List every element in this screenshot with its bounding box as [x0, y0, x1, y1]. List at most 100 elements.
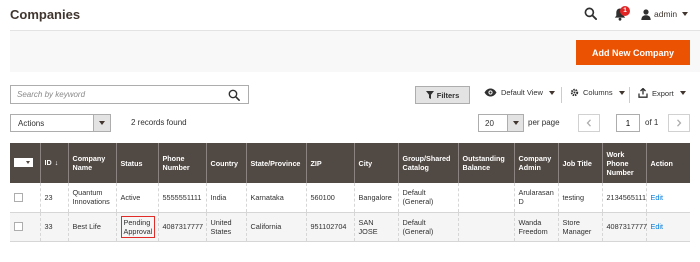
chevron-down-icon — [93, 115, 110, 131]
cell-status: Active — [115, 183, 158, 213]
cell-job-title: testing — [557, 183, 602, 213]
column-header-phone-number[interactable]: Phone Number — [157, 143, 206, 183]
column-header-id[interactable]: ID ↓ — [39, 143, 68, 183]
cell-balance — [457, 212, 514, 242]
cell-group: Default (General) — [397, 212, 458, 242]
search-icon[interactable] — [584, 7, 597, 20]
columns-dropdown[interactable]: Columns — [570, 88, 625, 97]
chevron-left-icon — [586, 119, 591, 127]
cell-job-title: Store Manager — [557, 212, 602, 242]
mass-actions-select[interactable]: Actions — [10, 114, 111, 132]
column-header-company-admin[interactable]: Company Admin — [513, 143, 558, 183]
cell-state: California — [245, 212, 306, 242]
cell-country: India — [205, 183, 246, 213]
per-page-select[interactable]: 20 — [478, 114, 524, 132]
default-view-label: Default View — [501, 88, 543, 97]
cell-phone: 4087317777 — [157, 212, 206, 242]
keyword-search — [10, 85, 249, 104]
user-menu[interactable]: admin — [641, 7, 689, 21]
prev-page-button[interactable] — [578, 114, 600, 132]
table-row[interactable]: 33 Best Life Pending Approval 4087317777… — [10, 212, 690, 242]
row-checkbox[interactable] — [14, 193, 23, 203]
records-found: 2 records found — [131, 118, 187, 127]
per-page-value: 20 — [485, 118, 494, 128]
cell-id: 23 — [39, 183, 68, 213]
row-checkbox-cell — [10, 212, 40, 242]
cell-work-phone: 2134565111 — [601, 183, 646, 213]
cell-balance — [457, 183, 514, 213]
edit-link[interactable]: Edit — [651, 222, 664, 231]
page-title: Companies — [10, 7, 81, 22]
default-view-dropdown[interactable]: Default View — [484, 88, 555, 97]
sort-arrow-icon: ↓ — [54, 160, 59, 167]
search-icon[interactable] — [228, 89, 240, 101]
status-badge: Pending Approval — [120, 215, 156, 238]
export-dropdown[interactable]: Export — [638, 88, 686, 98]
mass-select-checkbox[interactable] — [14, 158, 33, 167]
column-header-action: Action — [645, 143, 690, 183]
edit-link[interactable]: Edit — [651, 193, 664, 202]
search-input[interactable] — [11, 86, 221, 103]
next-page-button[interactable] — [668, 114, 690, 132]
cell-status: Pending Approval — [115, 212, 158, 242]
eye-icon — [484, 88, 497, 97]
column-header-job-title[interactable]: Job Title — [557, 143, 602, 183]
cell-action: Edit — [645, 183, 690, 213]
page-actions: Add New Company — [10, 30, 700, 72]
cell-zip: 560100 — [305, 183, 354, 213]
row-checkbox-cell — [10, 183, 40, 213]
cell-company-name: Quantum Innovations — [67, 183, 116, 213]
column-header-work-phone-number[interactable]: Work Phone Number — [601, 143, 646, 183]
chevron-down-icon — [548, 90, 555, 95]
chevron-down-icon — [679, 91, 686, 95]
actions-label: Actions — [18, 118, 45, 128]
gear-icon — [570, 88, 579, 97]
cell-work-phone: 4087317777 — [601, 212, 647, 242]
grid-header-row: ID ↓ Company Name Status Phone Number Cou… — [10, 143, 690, 183]
notification-badge: 1 — [620, 6, 630, 16]
column-header-company-name[interactable]: Company Name — [67, 143, 116, 183]
page-total: of 1 — [645, 118, 659, 127]
column-header-zip[interactable]: ZIP — [305, 143, 354, 183]
filters-button[interactable]: Filters — [415, 86, 470, 104]
add-new-company-button[interactable]: Add New Company — [576, 40, 690, 65]
cell-city: Bangalore — [353, 183, 398, 213]
cell-company-name: Best Life — [67, 212, 116, 242]
filters-label: Filters — [436, 90, 460, 100]
cell-action: Edit — [645, 212, 690, 242]
column-header-group-shared-catalog[interactable]: Group/Shared Catalog — [397, 143, 458, 183]
cell-country: United States — [205, 212, 246, 242]
chevron-down-icon — [618, 90, 625, 95]
row-checkbox[interactable] — [14, 222, 23, 232]
user-icon — [641, 8, 651, 20]
export-label: Export — [652, 88, 674, 98]
cell-zip: 951102704 — [305, 212, 354, 242]
cell-city: SAN JOSE — [353, 212, 398, 242]
filter-icon — [425, 91, 434, 99]
column-header-outstanding-balance[interactable]: Outstanding Balance — [457, 143, 514, 183]
mass-select-header[interactable] — [10, 143, 40, 183]
chevron-down-icon — [682, 12, 689, 16]
toolbar-divider — [561, 87, 562, 103]
user-name: admin — [654, 9, 678, 19]
top-bar: Companies 1 admin — [0, 0, 700, 30]
per-page-label: per page — [528, 118, 560, 127]
column-header-state-province[interactable]: State/Province — [245, 143, 306, 183]
columns-label: Columns — [583, 88, 613, 97]
column-header-city[interactable]: City — [353, 143, 398, 183]
cell-state: Karnataka — [245, 183, 306, 213]
cell-id: 33 — [39, 212, 68, 242]
companies-grid: ID ↓ Company Name Status Phone Number Cou… — [10, 143, 690, 242]
cell-group: Default (General) — [397, 183, 458, 213]
column-header-status[interactable]: Status — [115, 143, 158, 183]
cell-admin: Arularasan D — [513, 183, 558, 213]
chevron-down-icon — [507, 115, 523, 131]
toolbar-divider — [629, 87, 630, 103]
table-row[interactable]: 23 Quantum Innovations Active 5555551111… — [10, 183, 690, 213]
chevron-right-icon — [677, 119, 682, 127]
column-header-country[interactable]: Country — [205, 143, 246, 183]
page-number-input[interactable] — [616, 114, 640, 132]
chevron-down-icon — [26, 161, 30, 164]
export-icon — [638, 88, 648, 98]
cell-phone: 5555551111 — [157, 183, 206, 213]
